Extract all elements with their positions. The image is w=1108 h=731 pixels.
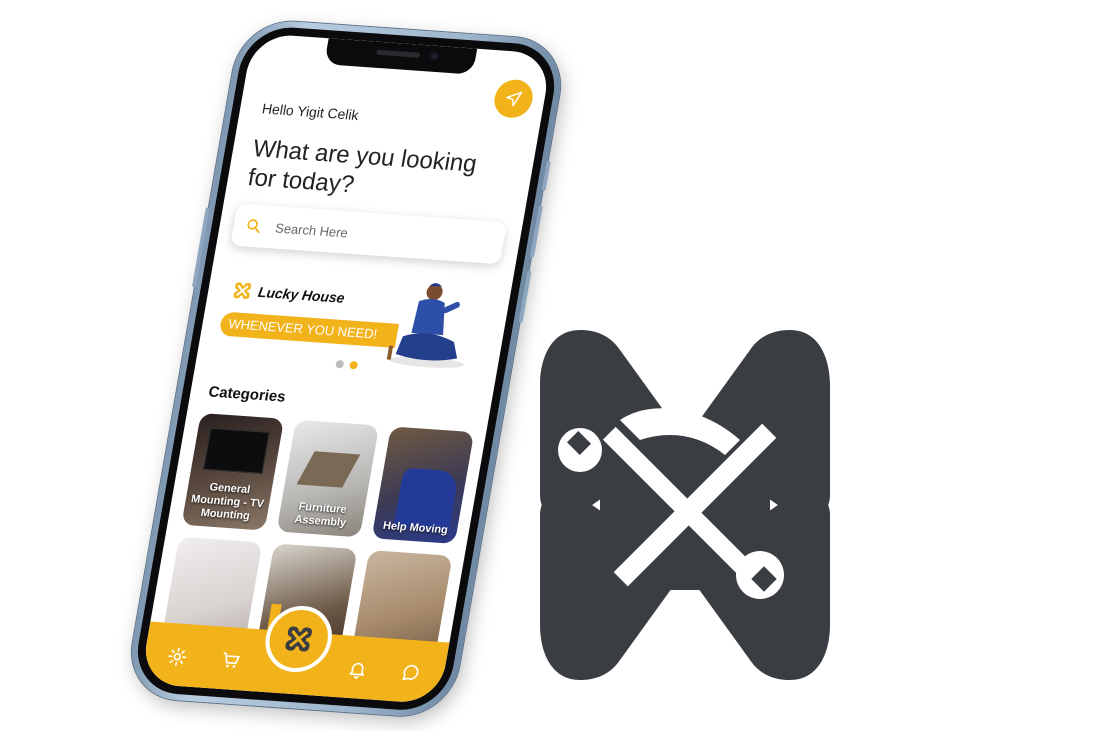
lucky-house-logo-large [540,330,830,680]
category-label: General Mounting - TV Mounting [190,481,265,523]
pagination-dot-active[interactable] [348,360,359,370]
home-logo-icon [285,626,312,652]
chat-icon[interactable] [398,661,424,684]
bell-icon[interactable] [345,658,371,681]
phone-mockup: Hello Yigit Celik What are you looking f… [123,18,569,720]
gear-icon[interactable] [165,645,191,668]
category-card-furniture-assembly[interactable]: Furniture Assembly [276,419,380,538]
cart-icon[interactable] [218,649,244,672]
greeting-text: Hello Yigit Celik [260,100,360,124]
lucky-house-logo-icon [233,282,252,300]
category-label: Furniture Assembly [293,500,348,530]
categories-title: Categories [207,383,287,406]
send-location-button[interactable] [491,78,536,120]
search-input[interactable] [272,218,478,250]
pagination-dot[interactable] [335,359,345,369]
worker-illustration [386,283,464,368]
banner-tagline: WHENEVER YOU NEED! [227,316,379,342]
banner-tagline-strip: WHENEVER YOU NEED! [218,311,399,348]
category-card-tv-mounting[interactable]: General Mounting - TV Mounting [181,412,285,531]
search-icon [233,216,275,235]
categories-grid: General Mounting - TV Mounting Furniture… [159,412,475,668]
app-screen: Hello Yigit Celik What are you looking f… [139,32,553,705]
page-title: What are you looking for today? [245,135,479,199]
category-card-help-moving[interactable]: Help Moving [371,426,475,544]
search-bar[interactable] [230,203,507,265]
banner-brand-name: Lucky House [256,283,346,306]
banner-brand: Lucky House [231,280,347,308]
send-icon [506,91,523,107]
